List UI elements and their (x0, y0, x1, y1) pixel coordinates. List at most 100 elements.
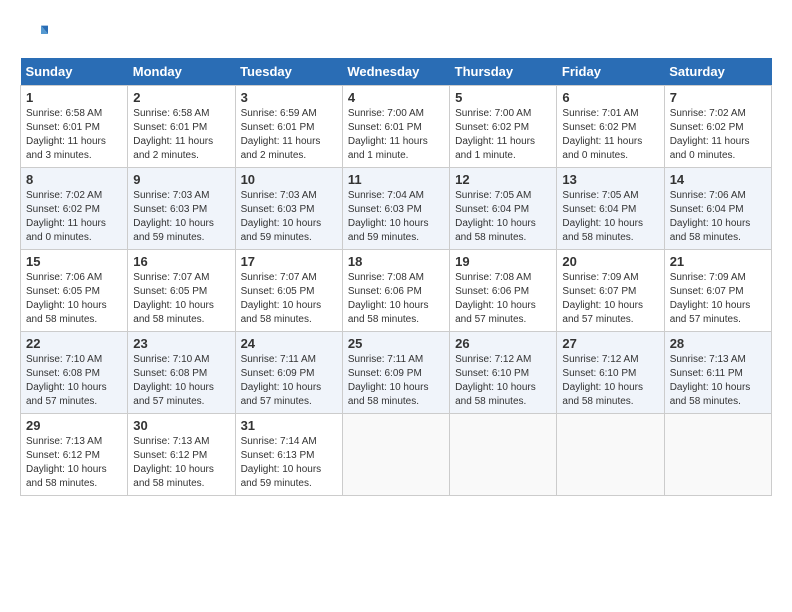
day-number: 19 (455, 254, 551, 269)
calendar-day-cell: 31 Sunrise: 7:14 AM Sunset: 6:13 PM Dayli… (235, 414, 342, 496)
day-number: 2 (133, 90, 229, 105)
day-number: 8 (26, 172, 122, 187)
calendar-day-cell: 11 Sunrise: 7:04 AM Sunset: 6:03 PM Dayli… (342, 168, 449, 250)
day-info: Sunrise: 7:06 AM Sunset: 6:04 PM Dayligh… (670, 189, 766, 245)
calendar-day-cell: 24 Sunrise: 7:11 AM Sunset: 6:09 PM Dayli… (235, 332, 342, 414)
day-info: Sunrise: 7:08 AM Sunset: 6:06 PM Dayligh… (455, 271, 551, 327)
calendar-day-cell (450, 414, 557, 496)
day-info: Sunrise: 7:12 AM Sunset: 6:10 PM Dayligh… (562, 353, 658, 409)
day-number: 25 (348, 336, 444, 351)
calendar-week-row: 1 Sunrise: 6:58 AM Sunset: 6:01 PM Daylig… (21, 86, 772, 168)
day-number: 16 (133, 254, 229, 269)
header-day-sunday: Sunday (21, 58, 128, 86)
day-info: Sunrise: 7:09 AM Sunset: 6:07 PM Dayligh… (562, 271, 658, 327)
day-info: Sunrise: 7:13 AM Sunset: 6:11 PM Dayligh… (670, 353, 766, 409)
calendar-day-cell: 7 Sunrise: 7:02 AM Sunset: 6:02 PM Daylig… (664, 86, 771, 168)
day-number: 28 (670, 336, 766, 351)
calendar-day-cell: 4 Sunrise: 7:00 AM Sunset: 6:01 PM Daylig… (342, 86, 449, 168)
day-info: Sunrise: 6:58 AM Sunset: 6:01 PM Dayligh… (133, 107, 229, 163)
calendar-day-cell: 29Sunrise: 7:13 AM Sunset: 6:12 PM Dayli… (21, 414, 128, 496)
calendar-day-cell: 3Sunrise: 6:59 AM Sunset: 6:01 PM Daylig… (235, 86, 342, 168)
day-info: Sunrise: 7:11 AM Sunset: 6:09 PM Dayligh… (241, 353, 337, 409)
header (20, 20, 772, 48)
calendar-table: SundayMondayTuesdayWednesdayThursdayFrid… (20, 58, 772, 496)
day-info: Sunrise: 7:07 AM Sunset: 6:05 PM Dayligh… (133, 271, 229, 327)
day-number: 27 (562, 336, 658, 351)
header-day-saturday: Saturday (664, 58, 771, 86)
day-number: 6 (562, 90, 658, 105)
calendar-week-row: 29Sunrise: 7:13 AM Sunset: 6:12 PM Dayli… (21, 414, 772, 496)
day-info: Sunrise: 7:03 AM Sunset: 6:03 PM Dayligh… (241, 189, 337, 245)
day-number: 23 (133, 336, 229, 351)
header-day-monday: Monday (128, 58, 235, 86)
day-info: Sunrise: 7:02 AM Sunset: 6:02 PM Dayligh… (26, 189, 122, 245)
day-number: 20 (562, 254, 658, 269)
day-info: Sunrise: 7:10 AM Sunset: 6:08 PM Dayligh… (133, 353, 229, 409)
calendar-day-cell: 25 Sunrise: 7:11 AM Sunset: 6:09 PM Dayli… (342, 332, 449, 414)
day-number: 9 (133, 172, 229, 187)
calendar-week-row: 8 Sunrise: 7:02 AM Sunset: 6:02 PM Daylig… (21, 168, 772, 250)
calendar-day-cell (557, 414, 664, 496)
day-number: 12 (455, 172, 551, 187)
calendar-day-cell (342, 414, 449, 496)
calendar-day-cell: 8 Sunrise: 7:02 AM Sunset: 6:02 PM Daylig… (21, 168, 128, 250)
calendar-day-cell: 21 Sunrise: 7:09 AM Sunset: 6:07 PM Dayli… (664, 250, 771, 332)
day-info: Sunrise: 7:05 AM Sunset: 6:04 PM Dayligh… (455, 189, 551, 245)
day-info: Sunrise: 7:00 AM Sunset: 6:01 PM Dayligh… (348, 107, 444, 163)
day-info: Sunrise: 7:02 AM Sunset: 6:02 PM Dayligh… (670, 107, 766, 163)
calendar-day-cell: 6 Sunrise: 7:01 AM Sunset: 6:02 PM Daylig… (557, 86, 664, 168)
day-number: 11 (348, 172, 444, 187)
day-info: Sunrise: 7:00 AM Sunset: 6:02 PM Dayligh… (455, 107, 551, 163)
day-info: Sunrise: 7:10 AM Sunset: 6:08 PM Dayligh… (26, 353, 122, 409)
header-day-thursday: Thursday (450, 58, 557, 86)
calendar-day-cell: 30 Sunrise: 7:13 AM Sunset: 6:12 PM Dayli… (128, 414, 235, 496)
day-info: Sunrise: 7:03 AM Sunset: 6:03 PM Dayligh… (133, 189, 229, 245)
calendar-day-cell: 19 Sunrise: 7:08 AM Sunset: 6:06 PM Dayli… (450, 250, 557, 332)
day-info: Sunrise: 7:08 AM Sunset: 6:06 PM Dayligh… (348, 271, 444, 327)
calendar-day-cell (664, 414, 771, 496)
header-day-tuesday: Tuesday (235, 58, 342, 86)
day-info: Sunrise: 7:13 AM Sunset: 6:12 PM Dayligh… (133, 435, 229, 491)
day-number: 10 (241, 172, 337, 187)
day-info: Sunrise: 6:59 AM Sunset: 6:01 PM Dayligh… (241, 107, 337, 163)
day-number: 22 (26, 336, 122, 351)
calendar-day-cell: 5 Sunrise: 7:00 AM Sunset: 6:02 PM Daylig… (450, 86, 557, 168)
day-number: 31 (241, 418, 337, 433)
calendar-day-cell: 28 Sunrise: 7:13 AM Sunset: 6:11 PM Dayli… (664, 332, 771, 414)
day-info: Sunrise: 7:05 AM Sunset: 6:04 PM Dayligh… (562, 189, 658, 245)
day-number: 13 (562, 172, 658, 187)
calendar-day-cell: 18 Sunrise: 7:08 AM Sunset: 6:06 PM Dayli… (342, 250, 449, 332)
header-day-wednesday: Wednesday (342, 58, 449, 86)
day-number: 14 (670, 172, 766, 187)
logo (20, 20, 52, 48)
day-number: 5 (455, 90, 551, 105)
day-info: Sunrise: 6:58 AM Sunset: 6:01 PM Dayligh… (26, 107, 122, 163)
calendar-header-row: SundayMondayTuesdayWednesdayThursdayFrid… (21, 58, 772, 86)
day-number: 15 (26, 254, 122, 269)
day-info: Sunrise: 7:11 AM Sunset: 6:09 PM Dayligh… (348, 353, 444, 409)
day-info: Sunrise: 7:04 AM Sunset: 6:03 PM Dayligh… (348, 189, 444, 245)
calendar-day-cell: 14 Sunrise: 7:06 AM Sunset: 6:04 PM Dayli… (664, 168, 771, 250)
calendar-day-cell: 2 Sunrise: 6:58 AM Sunset: 6:01 PM Daylig… (128, 86, 235, 168)
day-number: 21 (670, 254, 766, 269)
day-info: Sunrise: 7:01 AM Sunset: 6:02 PM Dayligh… (562, 107, 658, 163)
logo-icon (20, 20, 48, 48)
day-number: 18 (348, 254, 444, 269)
day-info: Sunrise: 7:13 AM Sunset: 6:12 PM Dayligh… (26, 435, 122, 491)
day-info: Sunrise: 7:14 AM Sunset: 6:13 PM Dayligh… (241, 435, 337, 491)
calendar-day-cell: 22 Sunrise: 7:10 AM Sunset: 6:08 PM Dayli… (21, 332, 128, 414)
day-number: 1 (26, 90, 122, 105)
calendar-day-cell: 15Sunrise: 7:06 AM Sunset: 6:05 PM Dayli… (21, 250, 128, 332)
day-info: Sunrise: 7:12 AM Sunset: 6:10 PM Dayligh… (455, 353, 551, 409)
day-number: 7 (670, 90, 766, 105)
calendar-day-cell: 16 Sunrise: 7:07 AM Sunset: 6:05 PM Dayli… (128, 250, 235, 332)
calendar-day-cell: 12 Sunrise: 7:05 AM Sunset: 6:04 PM Dayli… (450, 168, 557, 250)
day-number: 30 (133, 418, 229, 433)
day-number: 24 (241, 336, 337, 351)
day-info: Sunrise: 7:09 AM Sunset: 6:07 PM Dayligh… (670, 271, 766, 327)
calendar-day-cell: 27 Sunrise: 7:12 AM Sunset: 6:10 PM Dayli… (557, 332, 664, 414)
day-number: 4 (348, 90, 444, 105)
day-number: 26 (455, 336, 551, 351)
header-day-friday: Friday (557, 58, 664, 86)
day-number: 17 (241, 254, 337, 269)
